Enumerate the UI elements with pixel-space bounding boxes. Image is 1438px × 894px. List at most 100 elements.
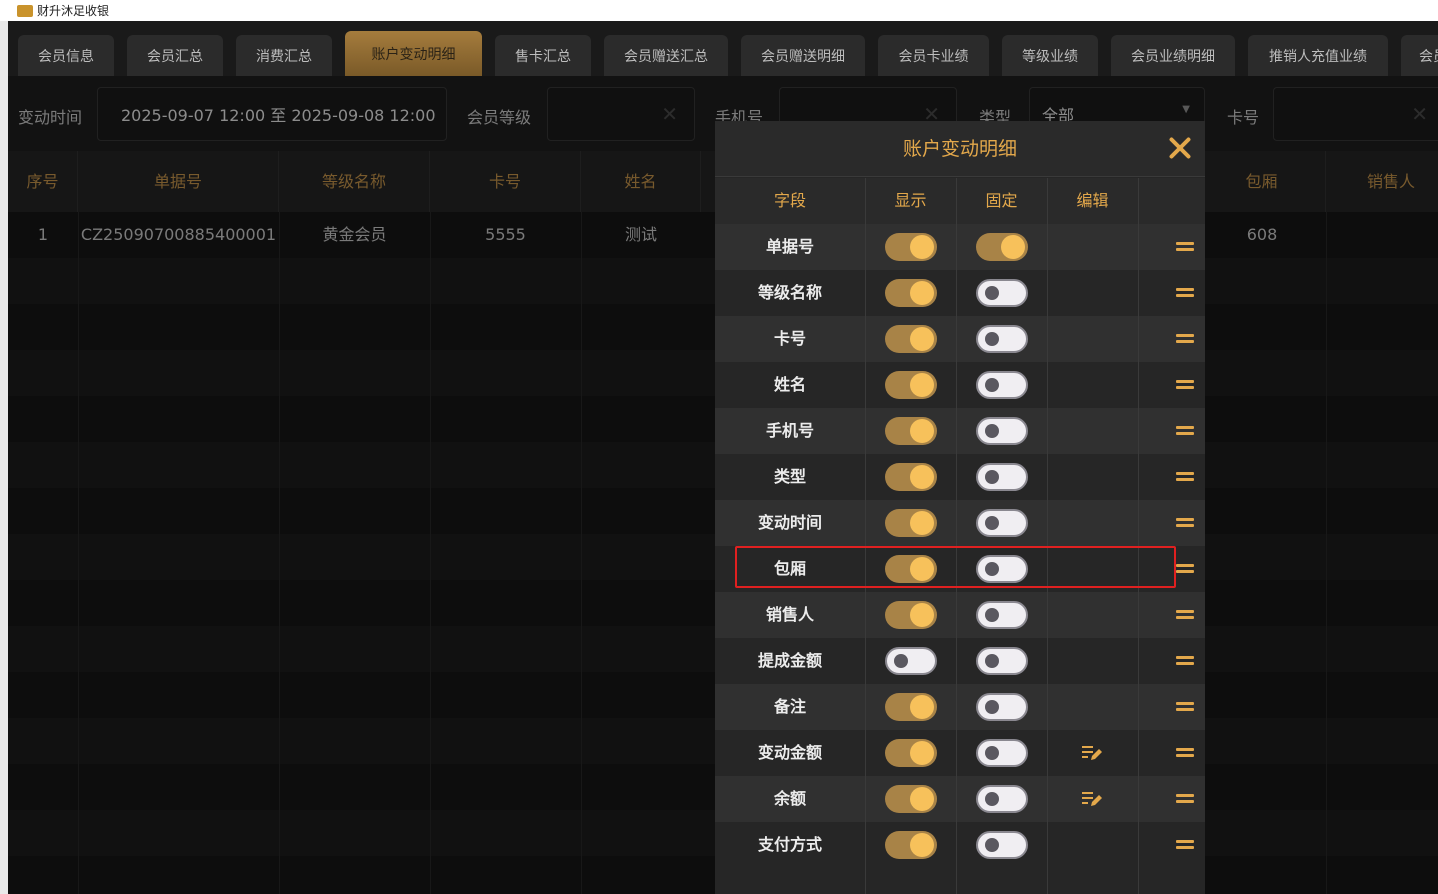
- show-toggle[interactable]: [885, 417, 937, 445]
- fixed-toggle[interactable]: [976, 555, 1028, 583]
- drag-handle-icon[interactable]: [1176, 517, 1194, 529]
- drag-handle-icon[interactable]: [1176, 471, 1194, 483]
- toggle-knob: [985, 654, 999, 668]
- fixed-toggle[interactable]: [976, 647, 1028, 675]
- show-toggle[interactable]: [885, 279, 937, 307]
- tab-member-gift-detail[interactable]: 会员赠送明细: [741, 35, 865, 76]
- drag-handle-icon[interactable]: [1176, 701, 1194, 713]
- column-settings-modal: 账户变动明细 字段 显示 固定 编辑 单据号 等级名称 卡号 姓名 手机号 类型 变动时间包…: [715, 121, 1205, 894]
- drag-handle-icon[interactable]: [1176, 747, 1194, 759]
- modal-column-divider: [956, 178, 957, 894]
- toggle-knob: [910, 603, 934, 627]
- tab-card-sale-summary[interactable]: 售卡汇总: [495, 35, 591, 76]
- toggle-knob: [985, 286, 999, 300]
- tab-member-performance-detail[interactable]: 会员业绩明细: [1111, 35, 1235, 76]
- window-titlebar: 财升沐足收银: [0, 0, 1438, 21]
- modal-field-row: 手机号: [715, 408, 1205, 454]
- modal-col-fixed: 固定: [985, 191, 1018, 210]
- field-name: 等级名称: [757, 283, 822, 302]
- drag-handle-icon[interactable]: [1176, 287, 1194, 299]
- modal-title: 账户变动明细: [902, 138, 1017, 160]
- show-toggle[interactable]: [885, 325, 937, 353]
- field-name: 类型: [773, 467, 806, 486]
- edit-icon[interactable]: [1081, 743, 1103, 763]
- tab-member-card-performance[interactable]: 会员卡业绩: [878, 35, 989, 76]
- modal-field-row: 备注: [715, 684, 1205, 730]
- tab-member-info[interactable]: 会员信息: [18, 35, 114, 76]
- tab-account-change-detail[interactable]: 账户变动明细: [345, 31, 482, 76]
- show-toggle[interactable]: [885, 463, 937, 491]
- fixed-toggle[interactable]: [976, 509, 1028, 537]
- tab-promoter-recharge-performance[interactable]: 推销人充值业绩: [1248, 35, 1388, 76]
- show-toggle[interactable]: [885, 739, 937, 767]
- show-toggle[interactable]: [885, 233, 937, 261]
- modal-col-edit: 编辑: [1076, 191, 1109, 210]
- left-edge-strip: [0, 21, 8, 894]
- fixed-toggle[interactable]: [976, 417, 1028, 445]
- field-name: 卡号: [773, 329, 806, 348]
- fixed-toggle[interactable]: [976, 279, 1028, 307]
- field-name: 余额: [773, 789, 806, 808]
- edit-icon[interactable]: [1081, 789, 1103, 809]
- modal-field-row: 销售人: [715, 592, 1205, 638]
- tab-member-summary[interactable]: 会员汇总: [127, 35, 223, 76]
- drag-handle-icon[interactable]: [1176, 793, 1194, 805]
- tab-member-more[interactable]: 会员: [1401, 35, 1438, 76]
- toggle-knob: [910, 465, 934, 489]
- toggle-knob: [985, 470, 999, 484]
- modal-field-row: 姓名: [715, 362, 1205, 408]
- drag-handle-icon[interactable]: [1176, 609, 1194, 621]
- field-name: 支付方式: [757, 835, 822, 854]
- fixed-toggle[interactable]: [976, 233, 1028, 261]
- toggle-knob: [910, 833, 934, 857]
- modal-field-row: 等级名称: [715, 270, 1205, 316]
- drag-handle-icon[interactable]: [1176, 839, 1194, 851]
- drag-handle-icon[interactable]: [1176, 563, 1194, 575]
- fixed-toggle[interactable]: [976, 371, 1028, 399]
- show-toggle[interactable]: [885, 693, 937, 721]
- toggle-knob: [985, 424, 999, 438]
- modal-field-row: 类型: [715, 454, 1205, 500]
- show-toggle[interactable]: [885, 601, 937, 629]
- fixed-toggle[interactable]: [976, 693, 1028, 721]
- tab-level-performance[interactable]: 等级业绩: [1002, 35, 1098, 76]
- show-toggle[interactable]: [885, 371, 937, 399]
- field-name: 姓名: [773, 375, 806, 394]
- fixed-toggle[interactable]: [976, 785, 1028, 813]
- app-window: 财升沐足收银 会员信息 会员汇总 消费汇总 账户变动明细 售卡汇总 会员赠送汇总…: [0, 0, 1438, 894]
- modal-field-row: 变动时间: [715, 500, 1205, 546]
- toggle-knob: [985, 746, 999, 760]
- window-title: 财升沐足收银: [37, 4, 110, 18]
- tab-member-gift-summary[interactable]: 会员赠送汇总: [604, 35, 728, 76]
- fixed-toggle[interactable]: [976, 325, 1028, 353]
- modal-field-row: 支付方式: [715, 822, 1205, 868]
- show-toggle[interactable]: [885, 831, 937, 859]
- toggle-knob: [910, 695, 934, 719]
- close-icon[interactable]: [1165, 133, 1195, 163]
- show-toggle[interactable]: [885, 785, 937, 813]
- toggle-knob: [910, 557, 934, 581]
- toggle-knob: [985, 792, 999, 806]
- field-name: 提成金额: [757, 651, 822, 670]
- drag-handle-icon[interactable]: [1176, 655, 1194, 667]
- show-toggle[interactable]: [885, 647, 937, 675]
- show-toggle[interactable]: [885, 555, 937, 583]
- drag-handle-icon[interactable]: [1176, 241, 1194, 253]
- toggle-knob: [910, 419, 934, 443]
- fixed-toggle[interactable]: [976, 601, 1028, 629]
- modal-header: 账户变动明细: [715, 121, 1205, 177]
- fixed-toggle[interactable]: [976, 739, 1028, 767]
- fixed-toggle[interactable]: [976, 831, 1028, 859]
- drag-handle-icon[interactable]: [1176, 333, 1194, 345]
- tab-consumption-summary[interactable]: 消费汇总: [236, 35, 332, 76]
- toggle-knob: [910, 373, 934, 397]
- modal-field-row: 单据号: [715, 224, 1205, 270]
- toggle-knob: [985, 608, 999, 622]
- drag-handle-icon[interactable]: [1176, 379, 1194, 391]
- toggle-knob: [985, 562, 999, 576]
- drag-handle-icon[interactable]: [1176, 425, 1194, 437]
- fixed-toggle[interactable]: [976, 463, 1028, 491]
- show-toggle[interactable]: [885, 509, 937, 537]
- field-name: 备注: [773, 697, 806, 716]
- toggle-knob: [910, 235, 934, 259]
